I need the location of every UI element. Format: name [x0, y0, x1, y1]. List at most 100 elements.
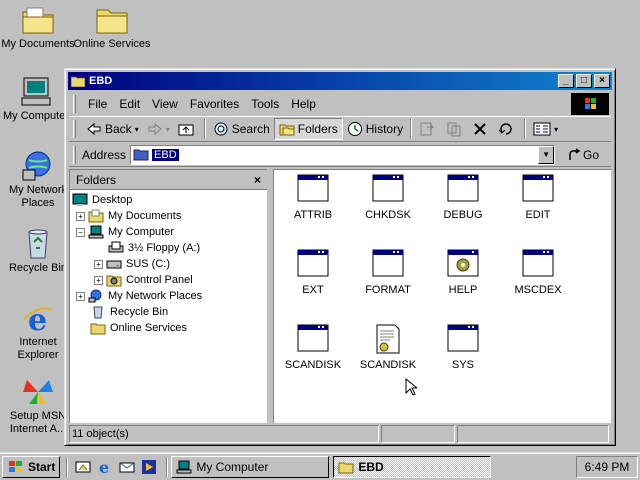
toolbar-grip[interactable]: [73, 95, 76, 113]
back-label: Back: [105, 122, 132, 136]
file-label: CHKDSK: [365, 209, 411, 221]
task-ebd[interactable]: EBD: [333, 455, 492, 478]
copy-to-button[interactable]: [442, 118, 469, 140]
back-arrow-icon: [87, 122, 101, 136]
desktop-icon-my-documents[interactable]: My Documents: [0, 4, 78, 51]
address-dropdown-button[interactable]: ▼: [538, 145, 555, 164]
delete-button[interactable]: [469, 118, 494, 140]
chevron-down-icon[interactable]: ▾: [135, 125, 139, 134]
toolbar-separator: [410, 119, 413, 139]
history-button[interactable]: History: [343, 118, 407, 140]
recycle-bin-icon: [93, 306, 103, 319]
file-attrib[interactable]: ATTRIB: [275, 174, 351, 221]
back-button[interactable]: Back ▾: [82, 118, 143, 140]
hard-drive-icon: [106, 260, 122, 269]
file-edit[interactable]: EDIT: [500, 174, 576, 221]
file-sys[interactable]: SYS: [425, 324, 501, 371]
tree-item-desktop[interactable]: Desktop: [70, 192, 267, 208]
forward-button[interactable]: ▾: [143, 118, 174, 140]
go-button[interactable]: Go: [567, 148, 599, 162]
computer-icon: [176, 460, 192, 473]
title-bar[interactable]: EBD _ □ ×: [68, 72, 612, 90]
window-title: EBD: [89, 75, 113, 87]
search-button[interactable]: Search: [209, 118, 274, 140]
msn-icon: [21, 376, 55, 408]
menu-file[interactable]: File: [82, 95, 113, 113]
close-button[interactable]: ×: [594, 74, 610, 88]
menu-help[interactable]: Help: [285, 95, 322, 113]
show-desktop-icon[interactable]: [75, 459, 91, 475]
toolbar-grip[interactable]: [73, 145, 76, 164]
chevron-down-icon[interactable]: ▾: [166, 125, 170, 134]
up-button[interactable]: [174, 118, 201, 140]
menu-view[interactable]: View: [146, 95, 184, 113]
history-icon: [347, 122, 362, 136]
views-icon: [533, 122, 551, 136]
desktop-icon-online-services[interactable]: Online Services: [72, 4, 152, 51]
taskbar-separator: [66, 456, 69, 477]
file-mscdex[interactable]: MSCDEX: [500, 249, 576, 296]
tree-item-floppy[interactable]: 3½ Floppy (A:): [70, 240, 267, 256]
chevron-down-icon[interactable]: ▾: [554, 125, 558, 134]
menu-tools[interactable]: Tools: [245, 95, 285, 113]
file-help[interactable]: HELP: [425, 249, 501, 296]
file-label: MSCDEX: [514, 284, 562, 296]
close-folders-pane-button[interactable]: ×: [254, 173, 261, 187]
go-arrow-icon: [569, 147, 581, 160]
tree-item-my-documents[interactable]: + My Documents: [70, 208, 267, 224]
search-label: Search: [231, 122, 270, 136]
tree-item-label: 3½ Floppy (A:): [128, 242, 201, 254]
tree-item-sus-c[interactable]: + SUS (C:): [70, 256, 267, 272]
tree-item-control-panel[interactable]: + Control Panel: [70, 272, 267, 288]
expand-toggle[interactable]: +: [76, 211, 85, 221]
file-list: ATTRIB CHKDSK DEBUG EDIT EXT FORMAT HELP…: [274, 170, 612, 424]
status-bar: 11 object(s): [69, 425, 611, 443]
file-label: DEBUG: [443, 209, 483, 221]
file-ext[interactable]: EXT: [275, 249, 351, 296]
files-pane: ATTRIB CHKDSK DEBUG EDIT EXT FORMAT HELP…: [273, 169, 611, 423]
undo-icon: [498, 123, 512, 135]
tree-item-label: Control Panel: [126, 274, 193, 286]
program-icon: [297, 174, 329, 204]
start-button[interactable]: Start: [2, 455, 61, 478]
tree-item-my-computer[interactable]: − My Computer: [70, 224, 267, 240]
move-to-button[interactable]: [415, 118, 442, 140]
ie-icon[interactable]: e: [97, 459, 113, 475]
collapse-toggle[interactable]: −: [76, 227, 85, 237]
media-player-icon[interactable]: [141, 459, 157, 475]
desktop-icon-label: Online Services: [73, 38, 151, 50]
file-chkdsk[interactable]: CHKDSK: [350, 174, 426, 221]
expand-toggle[interactable]: +: [76, 291, 85, 301]
toolbar-grip[interactable]: [73, 120, 76, 138]
program-icon: [522, 249, 554, 279]
file-scandisk-exe[interactable]: SCANDISK: [275, 324, 351, 371]
expand-toggle[interactable]: +: [94, 275, 103, 285]
menu-edit[interactable]: Edit: [113, 95, 146, 113]
undo-button[interactable]: [494, 118, 521, 140]
task-my-computer[interactable]: My Computer: [171, 455, 330, 478]
file-format[interactable]: FORMAT: [350, 249, 426, 296]
views-button[interactable]: ▾: [529, 118, 562, 140]
clock[interactable]: 6:49 PM: [576, 456, 638, 478]
tree-item-recycle-bin[interactable]: Recycle Bin: [70, 304, 267, 320]
toolbar-separator: [524, 119, 527, 139]
taskbar: Start e My Computer EBD 6:49 PM: [0, 452, 640, 480]
file-scandisk-ini[interactable]: SCANDISK: [350, 324, 426, 371]
recycle-bin-icon: [21, 228, 55, 260]
tree-item-online-services[interactable]: Online Services: [70, 320, 267, 336]
file-label: SCANDISK: [359, 359, 417, 371]
folders-icon: [279, 124, 295, 136]
folder-icon: [71, 76, 85, 87]
status-cell: [457, 425, 609, 443]
menu-favorites[interactable]: Favorites: [184, 95, 245, 113]
minimize-button[interactable]: _: [558, 74, 574, 88]
tree-item-my-network-places[interactable]: + My Network Places: [70, 288, 267, 304]
address-input[interactable]: EBD ▼: [130, 144, 556, 165]
outlook-express-icon[interactable]: [119, 459, 135, 475]
file-debug[interactable]: DEBUG: [425, 174, 501, 221]
tree-item-label: Recycle Bin: [110, 306, 169, 318]
maximize-button[interactable]: □: [576, 74, 592, 88]
folder-icon: [133, 149, 149, 161]
expand-toggle[interactable]: +: [94, 259, 103, 269]
folders-button[interactable]: Folders: [273, 118, 343, 140]
